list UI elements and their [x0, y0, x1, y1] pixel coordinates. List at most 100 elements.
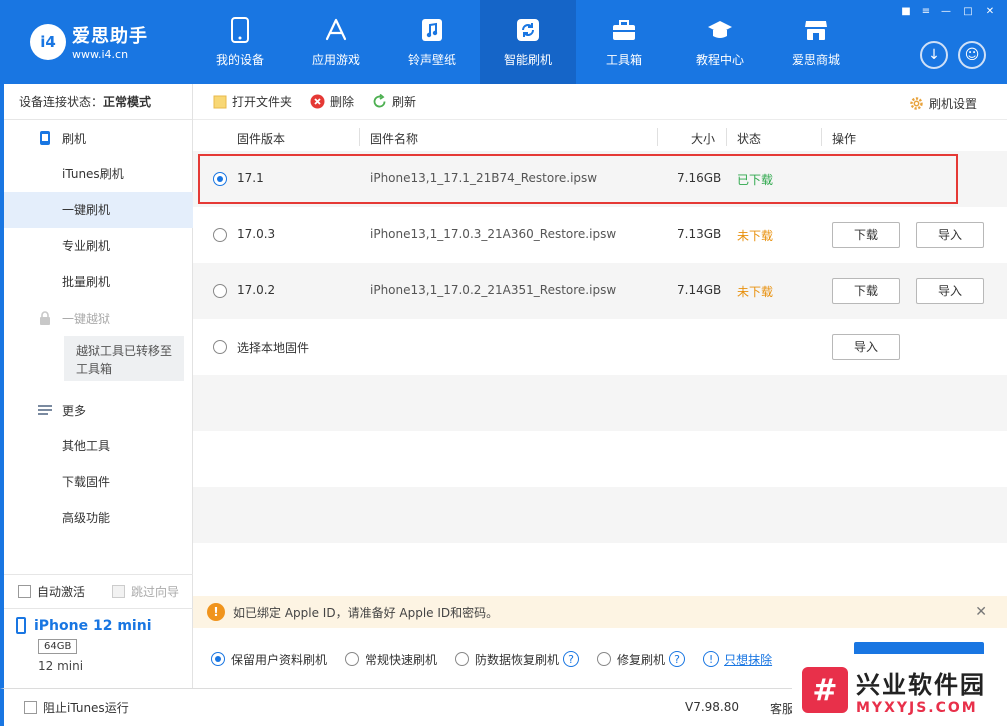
option-normal-fast[interactable]: 常规快速刷机 — [345, 651, 437, 668]
help-icon[interactable]: ? — [669, 651, 686, 667]
sidebar-item-other-tools[interactable]: 其他工具 — [4, 428, 193, 464]
download-button[interactable]: 下载 — [832, 278, 900, 304]
user-icon[interactable]: ☺ — [958, 41, 986, 69]
skip-guide-label: 跳过向导 — [131, 585, 180, 599]
skin-icon[interactable]: ■ — [898, 6, 914, 18]
radio-normal-fast[interactable] — [345, 652, 360, 666]
open-folder-button[interactable]: 打开文件夹 — [213, 93, 292, 110]
nav-label: 智能刷机 — [503, 52, 552, 67]
block-itunes-checkbox[interactable] — [24, 701, 37, 714]
jailbreak-moved-note: 越狱工具已转移至工具箱 — [64, 336, 184, 381]
customer-service-link[interactable]: 客服 — [770, 700, 794, 717]
option-label: 常规快速刷机 — [365, 652, 438, 667]
help-icon[interactable]: ? — [563, 651, 580, 667]
radio-anti-recovery[interactable] — [455, 652, 470, 666]
nav-store[interactable]: 爱思商城 — [768, 0, 864, 84]
table-row[interactable]: 17.0.3 iPhone13,1_17.0.3_21A360_Restore.… — [193, 207, 1007, 263]
import-button[interactable]: 导入 — [916, 222, 984, 248]
watermark: # 兴业软件园 MYXYJS.COM — [792, 654, 1007, 726]
import-button[interactable]: 导入 — [832, 334, 900, 360]
sidebar-group-label: 刷机 — [62, 131, 87, 146]
sidebar-item-pro-flash[interactable]: 专业刷机 — [4, 228, 193, 264]
sidebar-group-more[interactable]: 更多 — [4, 392, 193, 428]
sidebar-item-download-firmware[interactable]: 下载固件 — [4, 464, 193, 500]
info-icon: ! — [703, 651, 720, 667]
header-size: 大小 — [691, 132, 716, 146]
erase-only-label[interactable]: 只想抹除 — [724, 651, 772, 668]
nav-toolbox[interactable]: 工具箱 — [576, 0, 672, 84]
sidebar-group-label: 一键越狱 — [62, 311, 111, 326]
warning-icon: ! — [207, 603, 225, 621]
nav-smart-flash[interactable]: 智能刷机 — [480, 0, 576, 84]
import-button[interactable]: 导入 — [916, 278, 984, 304]
option-keep-data[interactable]: 保留用户资料刷机 — [211, 651, 327, 668]
delete-button[interactable]: 删除 — [310, 93, 354, 110]
delete-icon — [310, 94, 325, 109]
maximize-icon[interactable]: □ — [960, 6, 976, 18]
list-icon — [38, 405, 52, 415]
download-circle-icon[interactable]: ↓ — [920, 41, 948, 69]
nav-ringtones[interactable]: 铃声壁纸 — [384, 0, 480, 84]
firmware-radio[interactable] — [213, 284, 227, 298]
auto-activate-label: 自动激活 — [37, 585, 86, 599]
nav-apps-games[interactable]: 应用游戏 — [288, 0, 384, 84]
option-label: 保留用户资料刷机 — [231, 652, 328, 667]
option-label: 防数据恢复刷机 — [475, 652, 560, 667]
header-action: 操作 — [832, 132, 857, 146]
status-label: 设备连接状态： — [19, 95, 104, 109]
apple-id-notice: ! 如已绑定 Apple ID，请准备好 Apple ID和密码。 ✕ — [193, 596, 1007, 628]
sidebar-group-flash[interactable]: 刷机 — [4, 120, 193, 156]
phone-icon — [16, 617, 26, 634]
folder-icon — [213, 95, 227, 108]
app-version: V7.98.80 — [685, 700, 740, 714]
phone-icon — [227, 16, 253, 43]
header-name: 固件名称 — [370, 132, 419, 146]
minimize-icon[interactable]: — — [938, 6, 954, 18]
nav-my-device[interactable]: 我的设备 — [192, 0, 288, 84]
notice-text: 如已绑定 Apple ID，请准备好 Apple ID和密码。 — [233, 605, 499, 620]
close-notice-icon[interactable]: ✕ — [975, 604, 987, 620]
table-row[interactable]: 选择本地固件 导入 — [193, 319, 1007, 375]
nav-tutorials[interactable]: 教程中心 — [672, 0, 768, 84]
nav-label: 应用游戏 — [311, 52, 360, 67]
firmware-radio[interactable] — [213, 228, 227, 242]
logo-badge: i4 — [30, 23, 66, 60]
refresh-button[interactable]: 刷新 — [372, 93, 416, 110]
sidebar-item-batch-flash[interactable]: 批量刷机 — [4, 264, 193, 300]
activation-options: 自动激活 跳过向导 — [4, 574, 193, 608]
firmware-version: 17.0.2 — [237, 283, 276, 297]
option-repair[interactable]: 修复刷机? — [597, 651, 686, 668]
nav-label: 铃声壁纸 — [407, 52, 456, 67]
table-row[interactable]: 17.0.2 iPhone13,1_17.0.2_21A351_Restore.… — [193, 263, 1007, 319]
sidebar-item-itunes-flash[interactable]: iTunes刷机 — [4, 156, 193, 192]
status-value: 正常模式 — [103, 95, 152, 109]
app-name: 爱思助手 — [72, 26, 148, 47]
refresh-icon — [515, 17, 541, 43]
option-label: 修复刷机 — [617, 652, 666, 667]
device-name: iPhone 12 mini — [34, 617, 152, 634]
selected-row-highlight — [198, 154, 958, 204]
radio-repair[interactable] — [597, 652, 612, 666]
toolbox-icon — [611, 17, 637, 43]
local-firmware-label: 选择本地固件 — [237, 341, 310, 355]
lock-icon — [40, 311, 50, 325]
radio-keep-data[interactable] — [211, 652, 225, 666]
menu-icon[interactable]: ≡ — [918, 6, 934, 18]
firmware-size: 7.13GB — [677, 227, 722, 241]
watermark-logo: # — [802, 667, 848, 713]
main-panel: 打开文件夹 删除 刷新 刷机设置 固件版本 固件名称 大小 状态 操作 17.1… — [193, 84, 1007, 688]
option-anti-recovery[interactable]: 防数据恢复刷机? — [455, 651, 580, 668]
flash-settings-button[interactable]: 刷机设置 — [909, 95, 977, 112]
firmware-size: 7.14GB — [677, 283, 722, 297]
firmware-radio[interactable] — [213, 340, 227, 354]
erase-only-link[interactable]: ! 只想抹除 — [703, 651, 772, 668]
header-status: 状态 — [737, 132, 762, 146]
sidebar-item-advanced[interactable]: 高级功能 — [4, 500, 193, 536]
sidebar-item-one-click-flash[interactable]: 一键刷机 — [0, 192, 193, 228]
download-button[interactable]: 下载 — [832, 222, 900, 248]
flash-icon — [40, 131, 50, 145]
auto-activate-checkbox[interactable] — [18, 585, 31, 598]
firmware-status: 未下载 — [737, 229, 774, 243]
close-icon[interactable]: ✕ — [982, 6, 998, 18]
capacity-badge: 64GB — [38, 639, 78, 654]
